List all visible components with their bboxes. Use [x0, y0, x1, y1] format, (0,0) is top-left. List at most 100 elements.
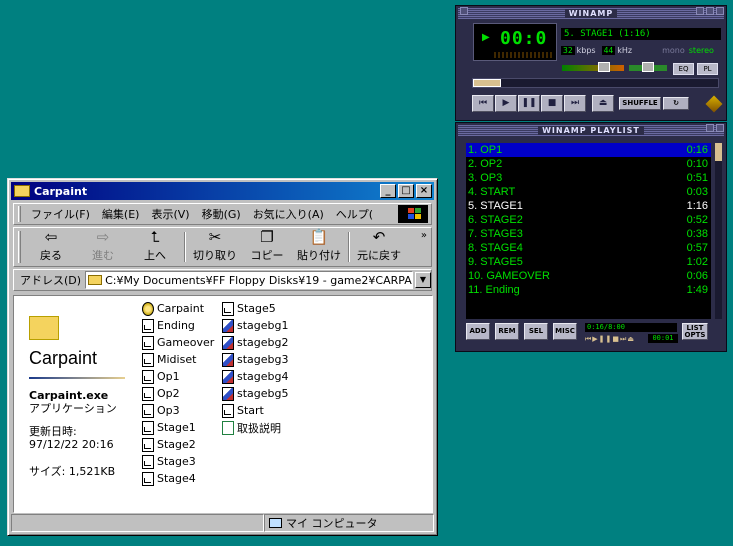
playlist-title-bar[interactable]: WINAMP PLAYLIST	[458, 125, 724, 136]
folder-up-icon: ⮤	[150, 228, 160, 246]
toolbar-grip[interactable]	[18, 231, 21, 263]
stop-button[interactable]: ■	[541, 95, 563, 112]
misc-button[interactable]: MISC	[553, 323, 577, 340]
winamp-minimize-button[interactable]	[696, 7, 704, 15]
maximize-button[interactable]: □	[398, 184, 414, 198]
spectrum-visualizer[interactable]	[494, 52, 554, 58]
file-item[interactable]: 取扱説明	[222, 419, 289, 436]
menu-file[interactable]: ファイル(F)	[25, 206, 96, 222]
folder-name-heading: Carpaint	[29, 348, 98, 368]
playlist-row[interactable]: 11. Ending 1:49	[466, 283, 711, 297]
explorer-title-bar[interactable]: Carpaint _ □ ×	[11, 182, 434, 200]
winamp-title-bar[interactable]: WINAMP	[458, 8, 724, 19]
bitmap-file-icon	[222, 318, 234, 333]
file-item[interactable]: Stage2	[142, 436, 214, 453]
remove-button[interactable]: REM	[495, 323, 519, 340]
file-item[interactable]: Stage5	[222, 300, 289, 317]
file-item[interactable]: Stage4	[142, 470, 214, 487]
cut-button[interactable]: ✂ 切り取り	[189, 228, 241, 266]
menu-bar: ファイル(F) 編集(E) 表示(V) 移動(G) お気に入り(A) ヘルプ(	[13, 203, 432, 225]
back-button[interactable]: ⇦ 戻る	[25, 228, 77, 266]
paste-button[interactable]: 📋 貼り付け	[293, 228, 345, 266]
winamp-shade-button[interactable]	[706, 7, 714, 15]
winamp-time-display[interactable]: ▶ 00:0	[473, 23, 557, 61]
song-title-display[interactable]: 5. STAGE1 (1:16)	[561, 28, 721, 40]
file-item[interactable]: stagebg1	[222, 317, 289, 334]
eq-toggle-button[interactable]: EQ	[673, 63, 694, 75]
menu-favorites[interactable]: お気に入り(A)	[247, 206, 330, 222]
copy-button[interactable]: ❐ コピー	[241, 228, 293, 266]
file-item[interactable]: Op1	[142, 368, 214, 385]
copy-icon: ❐	[260, 228, 274, 246]
eject-button[interactable]: ⏏	[592, 95, 614, 112]
playlist-scrollbar[interactable]	[715, 143, 722, 319]
balance-slider[interactable]	[629, 62, 667, 72]
file-item[interactable]: Carpaint	[142, 300, 214, 317]
forward-label: 進む	[92, 249, 114, 262]
file-item[interactable]: Op2	[142, 385, 214, 402]
seek-bar[interactable]	[472, 78, 719, 88]
file-item[interactable]: Midiset	[142, 351, 214, 368]
toolbar-overflow-chevron-icon[interactable]: »	[421, 230, 427, 241]
playlist-row[interactable]: 9. STAGE5 1:02	[466, 255, 711, 269]
playlist-toggle-button[interactable]: PL	[697, 63, 718, 75]
playlist-row[interactable]: 10. GAMEOVER 0:06	[466, 269, 711, 283]
web-view-info-panel: Carpaint Carpaint.exe アプリケーション 更新日時: 97/…	[14, 296, 132, 512]
file-item[interactable]: Op3	[142, 402, 214, 419]
playlist-row[interactable]: 4. START 0:03	[466, 185, 711, 199]
previous-button[interactable]: ⏮	[472, 95, 494, 112]
undo-icon: ↶	[372, 228, 386, 246]
seek-knob[interactable]	[473, 79, 501, 87]
windows-logo-icon	[398, 205, 428, 223]
file-icon	[142, 352, 154, 367]
menu-go[interactable]: 移動(G)	[196, 206, 247, 222]
up-button[interactable]: ⮤ 上へ	[129, 228, 181, 266]
file-item[interactable]: Start	[222, 402, 289, 419]
standard-toolbar: ⇦ 戻る ⇨ 進む ⮤ 上へ ✂ 切り取り ❐ コピー 📋 貼り付け ↶ 元に戻…	[13, 227, 432, 267]
volume-knob[interactable]	[598, 62, 610, 72]
undo-button[interactable]: ↶ 元に戻す	[353, 228, 405, 266]
winamp-close-button[interactable]	[716, 7, 724, 15]
balance-knob[interactable]	[642, 62, 654, 72]
playlist-row[interactable]: 1. OP1 0:16	[466, 143, 711, 157]
file-item[interactable]: Gameover	[142, 334, 214, 351]
play-button[interactable]: ▶	[495, 95, 517, 112]
menu-edit[interactable]: 編集(E)	[96, 206, 146, 222]
address-dropdown-button[interactable]: ▼	[415, 272, 431, 288]
playlist-scroll-thumb[interactable]	[715, 143, 722, 161]
playlist-row[interactable]: 6. STAGE2 0:52	[466, 213, 711, 227]
playlist-close-button[interactable]	[716, 124, 724, 132]
toolbar-grip[interactable]	[18, 206, 21, 222]
modified-label: 更新日時:	[29, 425, 77, 438]
forward-button[interactable]: ⇨ 進む	[77, 228, 129, 266]
volume-slider[interactable]	[562, 62, 624, 72]
mini-transport-controls[interactable]: ⏮▶❚❚■⏭⏏	[585, 335, 635, 344]
pause-button[interactable]: ❚❚	[518, 95, 540, 112]
address-input[interactable]: C:¥My Documents¥FF Floppy Disks¥19 - gam…	[85, 271, 413, 289]
select-button[interactable]: SEL	[524, 323, 548, 340]
playlist-shade-button[interactable]	[706, 124, 714, 132]
playlist-row-current[interactable]: 5. STAGE1 1:16	[466, 199, 711, 213]
winamp-logo-icon[interactable]	[705, 95, 723, 113]
playlist-row[interactable]: 7. STAGE3 0:38	[466, 227, 711, 241]
winamp-menu-button[interactable]	[460, 7, 468, 15]
menu-help[interactable]: ヘルプ(	[330, 206, 379, 222]
playlist-row[interactable]: 3. OP3 0:51	[466, 171, 711, 185]
file-item[interactable]: stagebg2	[222, 334, 289, 351]
file-item[interactable]: Stage1	[142, 419, 214, 436]
shuffle-button[interactable]: SHUFFLE	[619, 97, 661, 110]
close-button[interactable]: ×	[416, 184, 432, 198]
playlist-row[interactable]: 2. OP2 0:10	[466, 157, 711, 171]
minimize-button[interactable]: _	[380, 184, 396, 198]
menu-view[interactable]: 表示(V)	[145, 206, 195, 222]
add-button[interactable]: ADD	[466, 323, 490, 340]
repeat-button[interactable]: ↻	[663, 97, 689, 110]
next-button[interactable]: ⏭	[564, 95, 586, 112]
file-item[interactable]: Ending	[142, 317, 214, 334]
playlist-row[interactable]: 8. STAGE4 0:57	[466, 241, 711, 255]
file-item[interactable]: stagebg5	[222, 385, 289, 402]
file-item[interactable]: stagebg3	[222, 351, 289, 368]
file-item[interactable]: stagebg4	[222, 368, 289, 385]
list-options-button[interactable]: LIST OPTS	[682, 323, 708, 340]
file-item[interactable]: Stage3	[142, 453, 214, 470]
